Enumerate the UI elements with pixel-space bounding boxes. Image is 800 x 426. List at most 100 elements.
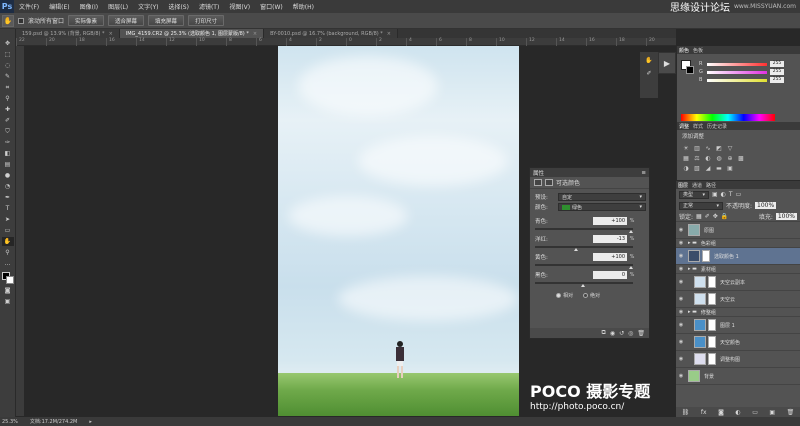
scroll-all-checkbox[interactable] [18, 17, 24, 24]
preset-select[interactable]: 自定 ▾ [558, 193, 646, 201]
cyan-thumb[interactable] [629, 230, 633, 233]
menu-help[interactable]: 帮助(H) [288, 2, 319, 11]
layer-row[interactable]: ◉ 调整构图 [676, 351, 800, 368]
menu-edit[interactable]: 编辑(E) [44, 2, 74, 11]
menu-window[interactable]: 窗口(W) [255, 2, 288, 11]
brightness-icon[interactable]: ☀ [682, 145, 690, 152]
photo-filter-icon[interactable]: ◍ [715, 155, 723, 162]
tab-paths[interactable]: 路径 [706, 182, 716, 189]
reset-icon[interactable]: ↺ [619, 330, 624, 337]
new-group-icon[interactable]: ▭ [752, 409, 758, 416]
play-actions-icon[interactable]: ▶ [658, 52, 676, 74]
menu-image[interactable]: 图像(I) [75, 2, 103, 11]
layer-mask-thumbnail[interactable] [702, 250, 710, 262]
layer-row[interactable]: ◉ 天空云副本 [676, 274, 800, 291]
status-arrow-icon[interactable]: ▸ [89, 419, 92, 425]
close-icon[interactable]: × [109, 31, 113, 37]
image-canvas[interactable] [278, 46, 519, 416]
history-brush-icon[interactable]: ✑ [2, 138, 14, 147]
layer-mask-thumbnail[interactable] [708, 293, 716, 305]
lock-pixels-icon[interactable]: ▦ [696, 213, 702, 220]
lock-move-icon[interactable]: ✥ [713, 213, 718, 220]
trash-icon[interactable]: 🗑 [637, 330, 645, 337]
tab-doc-2[interactable]: IMG_4159.CR2 @ 25.3% (选取颜色 1, 图层蒙版/8) * × [119, 29, 265, 38]
radio-dot[interactable] [556, 293, 561, 298]
layer-row[interactable]: ◉ ▸ ▬ 修整组 [676, 308, 800, 317]
selective-color-icon-btn[interactable]: ▣ [726, 165, 734, 172]
eye-icon[interactable]: ◉ [676, 309, 686, 315]
menu-select[interactable]: 选择(S) [163, 2, 194, 11]
properties-tab[interactable]: 属性 [533, 169, 544, 177]
hand-tool-icon-sidebar[interactable]: ✋ [1, 237, 14, 246]
close-icon[interactable]: × [253, 31, 257, 37]
background-swatch[interactable] [686, 66, 694, 74]
curves-icon[interactable]: ∿ [704, 145, 712, 152]
zoom-tool-icon[interactable]: ⚲ [2, 248, 14, 257]
shape-tool-icon[interactable]: ▭ [2, 226, 14, 235]
new-layer-icon[interactable]: ▣ [769, 409, 775, 416]
marquee-tool-icon[interactable]: ⬚ [2, 50, 14, 59]
layer-row[interactable]: ◉ 天空颜色 [676, 334, 800, 351]
tab-adjustments[interactable]: 调整 [679, 123, 689, 130]
layer-row[interactable]: ◉ 天空云 [676, 291, 800, 308]
layer-row[interactable]: ◉ ▸ ▬ 色彩组 [676, 239, 800, 248]
tab-styles[interactable]: 样式 [693, 123, 703, 130]
view-previous-icon[interactable]: ◉ [610, 330, 615, 337]
cyan-track[interactable] [535, 228, 633, 233]
green-value[interactable]: 255 [770, 69, 784, 75]
relative-radio[interactable]: 相对 [556, 292, 573, 299]
menu-type[interactable]: 文字(Y) [133, 2, 163, 11]
panel-menu-icon[interactable]: ≡ [641, 170, 646, 176]
layer-row[interactable]: ◉ 选取颜色 1 [676, 248, 800, 265]
move-tool-icon[interactable]: ✥ [2, 39, 14, 48]
blue-slider[interactable] [707, 78, 767, 82]
red-slider[interactable] [707, 62, 767, 66]
folder-icon[interactable]: ▸ ▬ [688, 309, 697, 315]
fit-screen-button[interactable]: 适合屏幕 [108, 15, 145, 26]
black-track[interactable] [535, 282, 633, 287]
add-mask-icon[interactable]: ◙ [718, 409, 724, 416]
filter-type-icon[interactable]: T [729, 191, 733, 198]
eye-icon[interactable]: ◉ [676, 322, 686, 328]
menu-layer[interactable]: 图层(L) [103, 2, 133, 11]
eye-icon[interactable]: ◉ [676, 227, 686, 233]
radio-dot[interactable] [583, 293, 589, 298]
hand-tool-icon[interactable]: ✋ [2, 14, 14, 27]
cyan-value-input[interactable]: +100 [593, 216, 627, 225]
filter-shape-icon[interactable]: ▭ [736, 191, 742, 198]
menu-file[interactable]: 文件(F) [14, 2, 44, 11]
eraser-tool-icon[interactable]: ◧ [2, 149, 14, 158]
magenta-track[interactable] [535, 246, 633, 251]
close-icon[interactable]: × [387, 31, 391, 37]
eyedropper-tool-icon[interactable]: ⚲ [2, 94, 14, 103]
tab-color[interactable]: 颜色 [679, 47, 689, 54]
filter-pixel-icon[interactable]: ▣ [712, 191, 718, 198]
brush-presets-icon[interactable]: ✐ [643, 69, 655, 78]
tab-swatches[interactable]: 色板 [693, 47, 703, 54]
quick-mask-icon[interactable]: ◙ [2, 286, 14, 295]
zoom-level[interactable]: 25.3% [2, 419, 18, 425]
layer-row[interactable]: ◉ 背景 [676, 368, 800, 385]
layer-mask-thumbnail[interactable] [708, 319, 716, 331]
tab-doc-1[interactable]: 159.psd @ 13.9% (背景, RGB/8) * × [16, 29, 120, 38]
layer-mask-icon[interactable] [545, 179, 553, 186]
channel-mixer-icon[interactable]: ⊕ [726, 155, 734, 162]
magenta-value-input[interactable]: -13 [593, 234, 627, 243]
background-color-swatch[interactable] [5, 276, 14, 284]
menu-view[interactable]: 视图(V) [224, 2, 255, 11]
more-tools-icon[interactable]: … [2, 259, 14, 268]
lasso-tool-icon[interactable]: ◌ [2, 61, 14, 70]
link-icon[interactable]: ⛓ [682, 409, 690, 416]
fill-input[interactable]: 100% [775, 212, 797, 220]
layer-mask-thumbnail[interactable] [708, 353, 716, 365]
crop-tool-icon[interactable]: ⌗ [2, 83, 14, 92]
healing-tool-icon[interactable]: ✚ [2, 105, 14, 114]
levels-icon[interactable]: ▥ [693, 145, 701, 152]
fx-icon[interactable]: fx [701, 409, 707, 416]
menu-filter[interactable]: 滤镜(T) [194, 2, 224, 11]
black-thumb[interactable] [581, 284, 585, 287]
folder-icon[interactable]: ▸ ▬ [688, 240, 697, 246]
color-balance-icon[interactable]: ⚖ [693, 155, 701, 162]
actual-pixels-button[interactable]: 实际像素 [68, 15, 105, 26]
green-slider[interactable] [707, 70, 767, 74]
